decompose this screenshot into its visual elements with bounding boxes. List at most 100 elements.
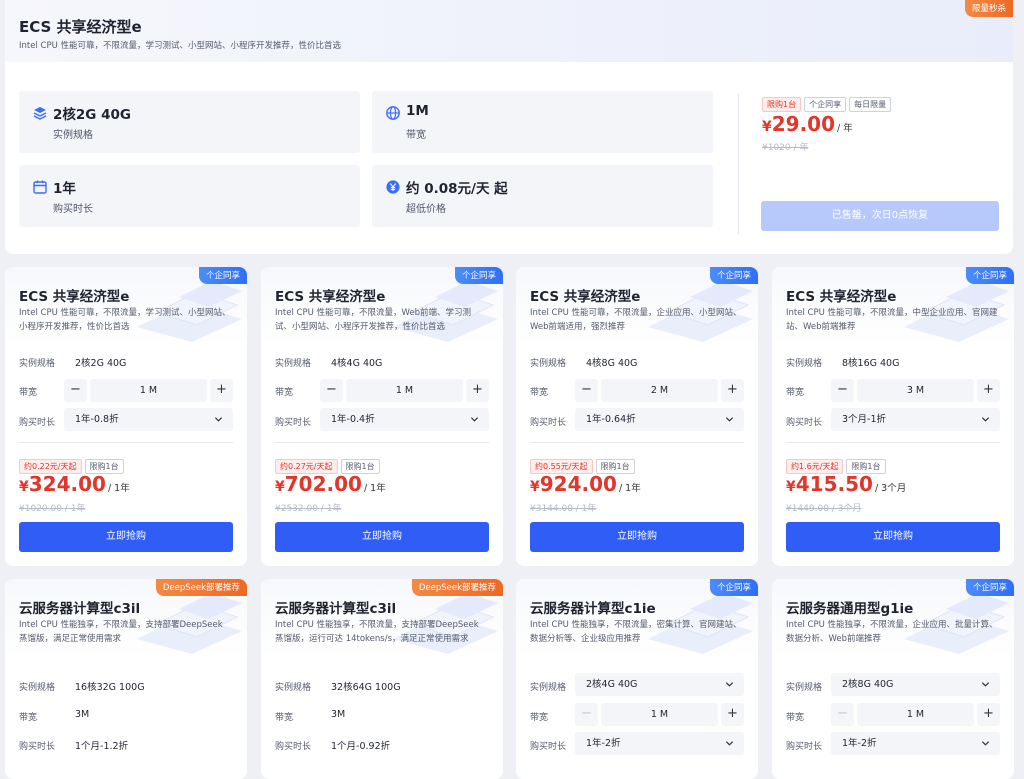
buy-now-button[interactable]: 立即抢购 [19,522,233,552]
bandwidth-label: 带宽 [19,713,38,723]
price-value: 702.00 [284,472,362,496]
bandwidth-label: 带宽 [275,388,294,398]
spec-label: 实例规格 [786,683,823,693]
card-price: ¥324.00/ 1年 [19,472,130,496]
shared-badge: 个企同享 [804,97,847,112]
spec-select[interactable]: 2核8G 40G [831,673,1000,696]
price-unit: / 1年 [107,483,130,494]
shared-tag: 个企同享 [965,267,1014,284]
spec-select[interactable]: 2核4G 40G [575,673,744,696]
bandwidth-stepper[interactable]: −3 M + [831,379,1000,402]
buy-now-button[interactable]: 立即抢购 [786,522,1000,552]
card-title: 云服务器计算型c3il [275,601,397,617]
bandwidth-label: 带宽 [786,388,805,398]
product-card: DeepSeek部署推荐 云服务器计算型c3il Intel CPU 性能独享，不限… [261,579,503,779]
bandwidth-stepper[interactable]: −1 M + [64,379,233,402]
bandwidth-stepper[interactable]: −1 M + [831,703,1000,726]
bandwidth-stepper[interactable]: −2 M + [575,379,744,402]
duration-select[interactable]: 1年-2折 [831,732,1000,755]
yuan-icon [386,180,400,194]
select-value: 3个月-1折 [842,414,887,425]
select-value: 1年-2折 [586,738,621,749]
duration-select[interactable]: 1年-0.4折 [320,408,489,431]
card-price: ¥924.00/ 1年 [530,472,641,496]
bandwidth-stepper[interactable]: −1 M + [320,379,489,402]
chevron-down-icon [725,417,734,422]
bandwidth-label: 带宽 [786,713,805,723]
price-value: 924.00 [539,472,617,496]
duration-label: 购买时长 [19,418,56,428]
duration-select[interactable]: 1年-0.8折 [64,408,233,431]
bandwidth-value[interactable]: 1 M [857,703,974,726]
duration-label: 购买时长 [275,418,312,428]
select-value: 1年-0.8折 [75,414,119,425]
decrease-button[interactable]: − [575,379,598,402]
currency: ¥ [762,119,772,135]
price-unit: / 3个月 [874,483,907,494]
price-value: 29.00 [771,112,836,136]
duration-label: 购买时长 [530,742,567,752]
bandwidth-stepper[interactable]: −1 M + [575,703,744,726]
price-value: 415.50 [795,472,873,496]
decrease-button[interactable]: − [64,379,87,402]
card-badges: 约0.27元/天起 限购1台 [275,454,383,474]
increase-button[interactable]: + [977,379,1000,402]
spec-label: 超低价格 [406,204,446,215]
original-price: ¥1020 / 年 [762,143,809,153]
increase-button[interactable]: + [721,379,744,402]
select-value: 1年-0.4折 [331,414,375,425]
original-price: ¥3144.00 / 1年 [530,504,597,514]
duration-label: 购买时长 [786,418,823,428]
duration-label: 购买时长 [530,418,567,428]
duration-select[interactable]: 1年-0.64折 [575,408,744,431]
spec-value: 1M [406,103,429,119]
increase-button[interactable]: + [721,703,744,726]
price-unit: / 年 [837,123,853,134]
buy-now-button[interactable]: 立即抢购 [275,522,489,552]
spec-label: 实例规格 [275,359,312,369]
buy-now-button[interactable]: 立即抢购 [530,522,744,552]
spec-label: 购买时长 [53,204,93,215]
duration-select[interactable]: 1年-2折 [575,732,744,755]
bandwidth-value[interactable]: 2 M [601,379,718,402]
decrease-button[interactable]: − [831,703,854,726]
spec-label: 实例规格 [530,359,567,369]
globe-icon [386,106,400,120]
card-badges: 约0.55元/天起 限购1台 [530,454,638,474]
sold-out-button[interactable]: 已售罄，次日0点恢复 [761,201,999,231]
spec-label: 实例规格 [275,683,312,693]
shared-tag: 个企同享 [965,579,1014,596]
chevron-down-icon [981,741,990,746]
product-card: 个企同享 ECS 共享经济型e Intel CPU 性能可靠，不限流量，企业应用、小… [516,267,758,566]
spec-value: 1年 [53,181,76,197]
shared-tag: 个企同享 [198,267,247,284]
card-title: ECS 共享经济型e [19,289,130,305]
decrease-button[interactable]: − [575,703,598,726]
decrease-button[interactable]: − [831,379,854,402]
price-unit: / 1年 [618,483,641,494]
increase-button[interactable]: + [977,703,1000,726]
increase-button[interactable]: + [466,379,489,402]
calendar-icon [33,180,47,194]
bandwidth-value[interactable]: 1 M [601,703,718,726]
limit-badge: 限购1台 [762,97,802,112]
currency: ¥ [530,479,540,495]
deepseek-tag: DeepSeek部署推荐 [411,579,503,596]
bandwidth-value[interactable]: 1 M [90,379,207,402]
duration-select[interactable]: 3个月-1折 [831,408,1000,431]
card-badges: 约0.22元/天起 限购1台 [19,454,127,474]
hero-badges: 限购1台 个企同享 每日限量 [762,92,894,112]
product-card: 个企同享 云服务器通用型g1ie Intel CPU 性能独享，不限流量，企业应用、… [772,579,1014,779]
bandwidth-label: 带宽 [530,713,549,723]
chevron-down-icon [214,417,223,422]
decrease-button[interactable]: − [320,379,343,402]
spec-value: 约 0.08元/天 起 [406,181,508,197]
increase-button[interactable]: + [210,379,233,402]
currency: ¥ [275,479,285,495]
card-description: Intel CPU 性能独享，不限流量，密集计算、官网建站、数据分析等、企业级应… [530,620,742,644]
bandwidth-value[interactable]: 1 M [346,379,463,402]
card-badges: 约1.6元/天起 限购1台 [786,454,889,474]
original-price: ¥1020.00 / 1年 [19,504,86,514]
bandwidth-value[interactable]: 3 M [857,379,974,402]
original-price: ¥2532.00 / 1年 [275,504,342,514]
